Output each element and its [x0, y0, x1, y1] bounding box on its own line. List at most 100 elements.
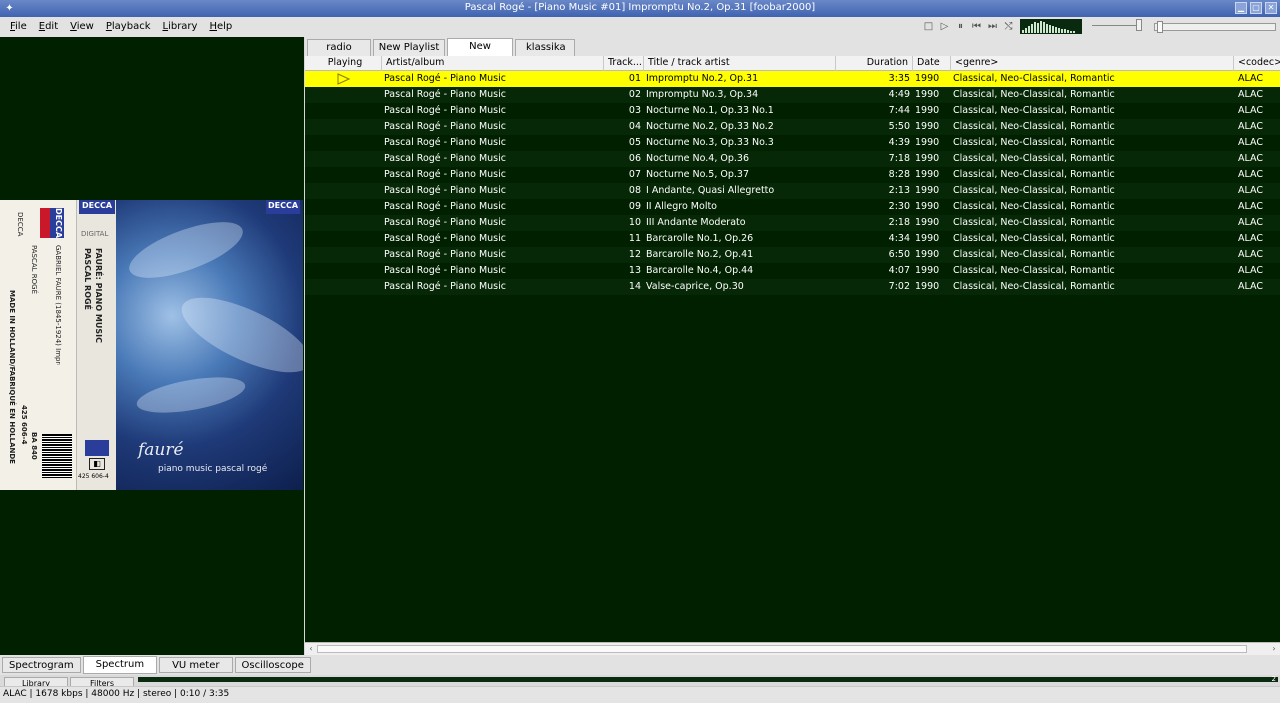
playlist-row[interactable]: Pascal Rogé - Piano Music 05 Nocturne No.3…: [305, 135, 1280, 151]
play-icon[interactable]: ▷: [938, 20, 951, 33]
visualisation-bar: [1043, 22, 1045, 33]
cell-duration: 2:30: [888, 201, 910, 212]
cell-codec: ALAC: [1238, 185, 1263, 196]
cell-date: 1990: [915, 265, 940, 276]
menu-help[interactable]: Help: [203, 19, 238, 35]
cell-duration: 2:18: [888, 217, 910, 228]
tab-new-playlist[interactable]: New Playlist: [447, 38, 513, 68]
menu-library[interactable]: Library: [156, 19, 203, 35]
playlist-row[interactable]: Pascal Rogé - Piano Music 07 Nocturne No.5…: [305, 167, 1280, 183]
cover-spine-label: DECCA: [16, 212, 24, 237]
close-button[interactable]: ✕: [1265, 2, 1277, 14]
column-artist-album[interactable]: Artist/album: [382, 56, 604, 71]
cell-track: 12: [628, 249, 641, 260]
cell-artist: Pascal Rogé - Piano Music: [384, 89, 506, 100]
cell-genre: Classical, Neo-Classical, Romantic: [953, 201, 1115, 212]
menu-file[interactable]: File: [4, 19, 33, 35]
cell-date: 1990: [915, 153, 940, 164]
menu-edit[interactable]: Edit: [33, 19, 64, 35]
visualisation-bar: [1040, 21, 1042, 33]
cover-art-streak: [122, 210, 250, 290]
scroll-thumb[interactable]: [317, 645, 1247, 653]
playlist-row[interactable]: Pascal Rogé - Piano Music 06 Nocturne No.4…: [305, 151, 1280, 167]
column-duration[interactable]: Duration: [836, 56, 913, 71]
playlist-row[interactable]: Pascal Rogé - Piano Music 14 Valse-caprice…: [305, 279, 1280, 295]
cell-title: Nocturne No.4, Op.36: [646, 153, 749, 164]
playlist-row[interactable]: Pascal Rogé - Piano Music 10 III Andante M…: [305, 215, 1280, 231]
volume-knob[interactable]: [1136, 19, 1142, 31]
playlist-row[interactable]: Pascal Rogé - Piano Music 12 Barcarolle No…: [305, 247, 1280, 263]
minimize-button[interactable]: ▁: [1235, 2, 1247, 14]
cell-artist: Pascal Rogé - Piano Music: [384, 281, 506, 292]
volume-slider[interactable]: [1092, 19, 1142, 31]
scroll-right-icon[interactable]: ›: [1269, 643, 1279, 655]
playlist-row[interactable]: Pascal Rogé - Piano Music 09 II Allegro Mo…: [305, 199, 1280, 215]
playlist-row[interactable]: Pascal Rogé - Piano Music 13 Barcarolle No…: [305, 263, 1280, 279]
tab-spectrum[interactable]: Spectrum: [82, 656, 158, 674]
column-codec[interactable]: <codec>: [1234, 56, 1280, 71]
scroll-left-icon[interactable]: ‹: [306, 643, 316, 655]
playlist-row[interactable]: Pascal Rogé - Piano Music 08 I Andante, Qu…: [305, 183, 1280, 199]
cell-artist: Pascal Rogé - Piano Music: [384, 233, 506, 244]
column-date[interactable]: Date: [913, 56, 951, 71]
panel-number: 2: [1271, 675, 1276, 683]
playlist-row[interactable]: Pascal Rogé - Piano Music 11 Barcarolle No…: [305, 231, 1280, 247]
cell-codec: ALAC: [1238, 137, 1263, 148]
menu-view[interactable]: View: [64, 19, 100, 35]
seek-knob[interactable]: [1157, 21, 1163, 33]
tab-library[interactable]: Library: [4, 677, 68, 686]
tab-klassika[interactable]: klassika: [515, 39, 575, 56]
visualisation-bar: [1067, 30, 1069, 33]
playlist-row[interactable]: Pascal Rogé - Piano Music 03 Nocturne No.1…: [305, 103, 1280, 119]
decca-spine-logo: DECCA: [79, 200, 115, 214]
cover-art-streak: [171, 282, 303, 388]
cell-codec: ALAC: [1238, 281, 1263, 292]
seek-bar[interactable]: [1154, 21, 1276, 33]
cell-duration: 2:13: [888, 185, 910, 196]
cell-track: 10: [628, 217, 641, 228]
tab-filters[interactable]: Filters: [70, 677, 134, 686]
tab-spectrogram[interactable]: Spectrogram: [2, 657, 81, 673]
playlist-row[interactable]: Pascal Rogé - Piano Music 01 Impromptu No.…: [305, 71, 1280, 87]
playlist-tabs: radio New Playlist (2) New Playlist klas…: [305, 37, 1280, 69]
maximize-button[interactable]: ▢: [1250, 2, 1262, 14]
playlist-row[interactable]: Pascal Rogé - Piano Music 04 Nocturne No.2…: [305, 119, 1280, 135]
playlist-scrollbar[interactable]: ‹ ›: [305, 642, 1280, 655]
column-track[interactable]: Track...: [604, 56, 644, 71]
cell-duration: 7:44: [888, 105, 910, 116]
visualisation-bar: [1025, 28, 1027, 33]
column-title[interactable]: Title / track artist: [644, 56, 836, 71]
playlist-header: Playing Artist/album Track... Title / tr…: [305, 56, 1280, 71]
visualisation-bar: [1070, 31, 1072, 33]
menu-playback[interactable]: Playback: [100, 19, 157, 35]
visualisation-bar: [1046, 24, 1048, 33]
cell-track: 08: [628, 185, 641, 196]
tab-oscilloscope[interactable]: Oscilloscope: [234, 657, 311, 673]
stop-icon[interactable]: □: [922, 20, 935, 33]
cell-track: 11: [628, 233, 641, 244]
column-genre[interactable]: <genre>: [951, 56, 1234, 71]
next-icon[interactable]: ⏭: [986, 20, 999, 33]
tab-vu-meter[interactable]: VU meter: [159, 657, 233, 673]
cell-date: 1990: [915, 217, 940, 228]
cell-date: 1990: [915, 201, 940, 212]
previous-icon[interactable]: ⏮: [970, 20, 983, 33]
barcode: [42, 434, 72, 478]
playlist-row[interactable]: Pascal Rogé - Piano Music 02 Impromptu No.…: [305, 87, 1280, 103]
cell-track: 09: [628, 201, 641, 212]
cell-artist: Pascal Rogé - Piano Music: [384, 169, 506, 180]
cell-artist: Pascal Rogé - Piano Music: [384, 73, 506, 84]
tab-new-playlist-2[interactable]: New Playlist (2): [373, 39, 445, 69]
cell-date: 1990: [915, 89, 940, 100]
visualisation-bar: [1022, 30, 1024, 33]
cell-track: 05: [628, 137, 641, 148]
random-icon[interactable]: ⤭: [1002, 20, 1015, 33]
pause-icon[interactable]: ⏸: [954, 20, 967, 33]
column-playing[interactable]: Playing: [305, 56, 382, 71]
playlist-view[interactable]: Playing Artist/album Track... Title / tr…: [305, 56, 1280, 642]
cell-date: 1990: [915, 105, 940, 116]
tab-radio[interactable]: radio: [307, 39, 371, 56]
visualisation-bar: [1052, 26, 1054, 33]
cell-genre: Classical, Neo-Classical, Romantic: [953, 137, 1115, 148]
cell-title: Nocturne No.5, Op.37: [646, 169, 749, 180]
